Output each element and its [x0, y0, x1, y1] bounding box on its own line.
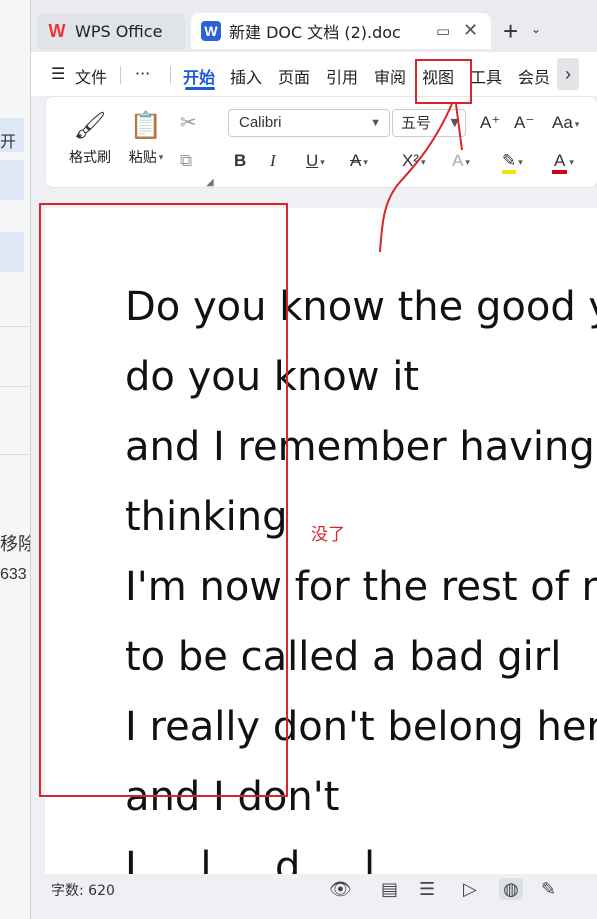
page-view-icon[interactable]: ▤	[381, 878, 398, 900]
grow-font-button[interactable]: A⁺	[480, 111, 500, 135]
shrink-font-button[interactable]: A⁻	[514, 111, 534, 135]
font-size-select[interactable]: 五号 ▼	[392, 109, 466, 137]
chevron-down-icon: ▼	[370, 117, 381, 129]
wps-logo-icon: W	[48, 21, 66, 41]
format-painter-button[interactable]: 🖌 格式刷	[64, 109, 116, 167]
highlight-button[interactable]: ✎ ▾	[502, 149, 523, 174]
tab-home[interactable]: 开始	[183, 64, 215, 88]
change-case-label: Aa	[552, 113, 573, 132]
chevron-down-icon: ▾	[574, 118, 580, 129]
chevron-down-icon: ▾	[465, 156, 470, 167]
tab-label: 新建 DOC 文档 (2).doc	[229, 23, 401, 42]
menu-file[interactable]: 文件	[75, 64, 107, 88]
chevron-down-icon: ▾	[158, 153, 164, 163]
tab-member[interactable]: 会员	[518, 64, 550, 88]
menu-more[interactable]: ···	[135, 64, 150, 83]
tab-page[interactable]: 页面	[278, 64, 310, 88]
pen-icon[interactable]: ✎	[541, 878, 556, 900]
document-line: I ... l ... d ... l	[125, 844, 376, 874]
font-name-value: Calibri	[239, 114, 282, 131]
paste-text: 粘贴	[128, 150, 157, 166]
word-count[interactable]: 字数: 620	[51, 880, 115, 900]
chevron-down-icon: ▾	[569, 156, 574, 167]
tab-references[interactable]: 引用	[326, 64, 358, 88]
new-tab-icon[interactable]: +	[503, 18, 518, 44]
background-text: 开	[0, 134, 17, 151]
tab-review[interactable]: 审阅	[374, 64, 406, 88]
chevron-down-icon: ▾	[363, 156, 368, 167]
menu-divider	[120, 66, 121, 84]
hamburger-icon[interactable]: ☰	[51, 64, 65, 83]
font-size-value: 五号	[401, 114, 432, 132]
italic-button[interactable]: I	[270, 149, 276, 173]
bold-button[interactable]: B	[234, 149, 246, 173]
active-tab-indicator	[185, 87, 215, 90]
tab-wps-office[interactable]: W WPS Office	[37, 13, 185, 49]
chevron-down-icon[interactable]: ⌄	[531, 22, 541, 36]
play-icon[interactable]: ▷	[463, 878, 477, 900]
superscript-label: X²	[402, 151, 419, 170]
underline-button[interactable]: U ▾	[306, 149, 325, 173]
background-highlight	[0, 232, 24, 272]
menu-divider	[170, 66, 171, 84]
annotation-box-document	[39, 203, 288, 797]
chevron-down-icon: ▼	[450, 116, 459, 129]
highlighter-icon: ✎	[502, 151, 517, 174]
chevron-down-icon: ▾	[421, 156, 426, 167]
paste-label: 粘贴 ▾	[120, 147, 172, 167]
paintbrush-icon: 🖌	[73, 110, 107, 140]
web-view-icon[interactable]: ◍	[499, 878, 523, 900]
strike-label: A	[350, 151, 362, 170]
close-tab-icon[interactable]: ✕	[463, 20, 478, 41]
font-color-button[interactable]: A ▾	[552, 149, 574, 174]
background-highlight	[0, 160, 24, 200]
chevron-down-icon: ▾	[518, 156, 523, 167]
text-effect-icon: A	[452, 151, 464, 170]
font-color-icon: A	[552, 151, 568, 174]
underline-label: U	[306, 151, 319, 170]
word-doc-icon: W	[201, 21, 221, 41]
monitor-icon[interactable]: ▭	[436, 22, 450, 40]
annotation-note: 没了	[311, 525, 345, 545]
home-toolbar: 🖌 格式刷 📋 粘贴 ▾ ✂ ⧉ ◢ Calibri ▼ 五号 ▼ A⁺ A⁻ A…	[45, 96, 597, 188]
ribbon-scroll-right-icon[interactable]: ›	[557, 58, 579, 90]
tab-insert[interactable]: 插入	[230, 64, 262, 88]
eye-icon[interactable]: 👁	[329, 878, 352, 900]
ribbon-menu: ☰ 文件 ··· 开始 插入 页面 引用 审阅 视图 工具 会员 ›	[31, 52, 597, 96]
tab-tools[interactable]: 工具	[470, 64, 502, 88]
text-effect-button[interactable]: A ▾	[452, 149, 470, 173]
status-bar: 字数: 620 👁 ▤ ☰ ▷ ◍ ✎	[31, 874, 597, 904]
tab-label: WPS Office	[75, 21, 163, 41]
change-case-button[interactable]: Aa ▾	[552, 111, 579, 135]
copy-icon[interactable]: ⧉	[180, 149, 192, 173]
tab-bar: W WPS Office W 新建 DOC 文档 (2).doc ▭ ✕ + ⌄	[31, 0, 597, 52]
strikethrough-button[interactable]: A ▾	[350, 149, 368, 173]
outline-view-icon[interactable]: ☰	[419, 878, 435, 900]
chevron-down-icon: ▾	[320, 156, 325, 167]
paste-button[interactable]: 📋 粘贴 ▾	[120, 109, 172, 167]
clipboard-icon: 📋	[129, 110, 163, 140]
font-name-select[interactable]: Calibri ▼	[228, 109, 390, 137]
background-text: 633	[0, 566, 27, 583]
format-painter-label: 格式刷	[69, 150, 111, 166]
annotation-box-view-tab	[415, 59, 472, 104]
cut-icon[interactable]: ✂	[180, 111, 197, 135]
superscript-button[interactable]: X² ▾	[402, 149, 426, 173]
